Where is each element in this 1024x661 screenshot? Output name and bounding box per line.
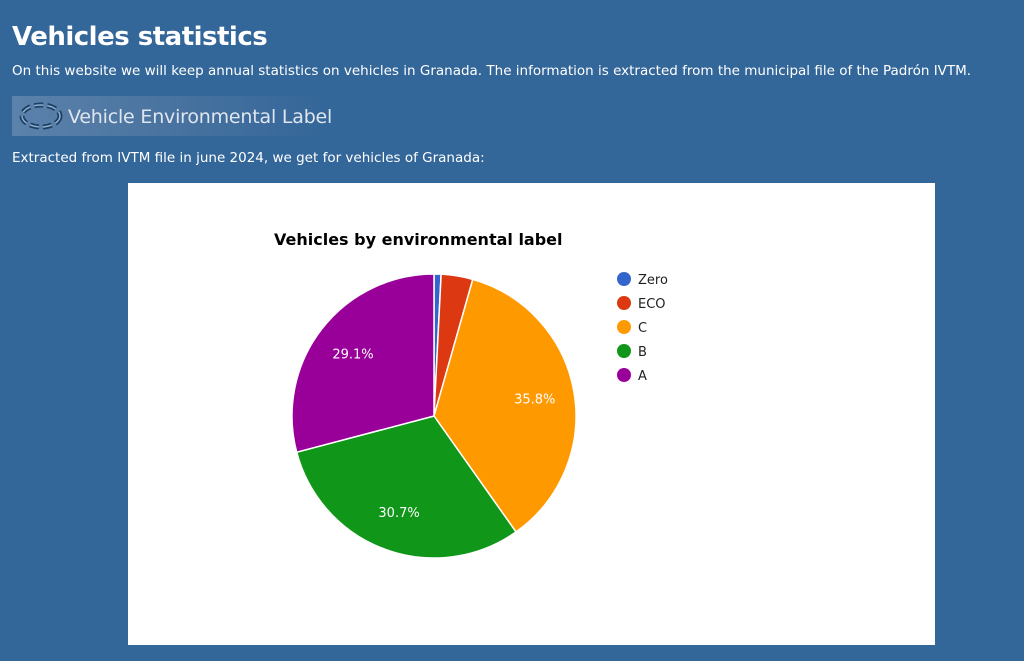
legend-swatch-a[interactable] [617,368,631,382]
legend-label-c[interactable]: C [638,321,647,336]
slice-label-c: 35.8% [514,393,555,408]
environmental-label-banner[interactable]: Vehicle Environmental Label [12,96,333,136]
pie-chart: Vehicles by environmental label 35.8% 30.… [274,230,668,559]
legend-label-a[interactable]: A [638,369,647,384]
slice-label-b: 30.7% [378,506,419,521]
legend-label-eco[interactable]: ECO [638,297,666,312]
page-title: Vehicles statistics [12,22,268,52]
legend-swatch-zero[interactable] [617,272,631,286]
chart-title: Vehicles by environmental label [274,230,563,249]
page: Vehicles statistics On this website we w… [0,0,1024,661]
legend-label-zero[interactable]: Zero [638,273,668,288]
pie-slices [291,273,577,559]
environmental-label-icon [19,102,63,130]
extracted-text: Extracted from IVTM file in june 2024, w… [12,150,485,166]
legend-label-b[interactable]: B [638,345,647,360]
slice-label-a: 29.1% [332,348,373,363]
banner-label: Vehicle Environmental Label [68,106,333,128]
chart-panel: Vehicles by environmental label 35.8% 30.… [128,183,935,645]
chart-legend: Zero ECO CBA [617,272,668,384]
legend-swatch-c[interactable] [617,320,631,334]
intro-text: On this website we will keep annual stat… [12,63,972,79]
legend-swatch-b[interactable] [617,344,631,358]
legend-swatch-eco[interactable] [617,296,631,310]
